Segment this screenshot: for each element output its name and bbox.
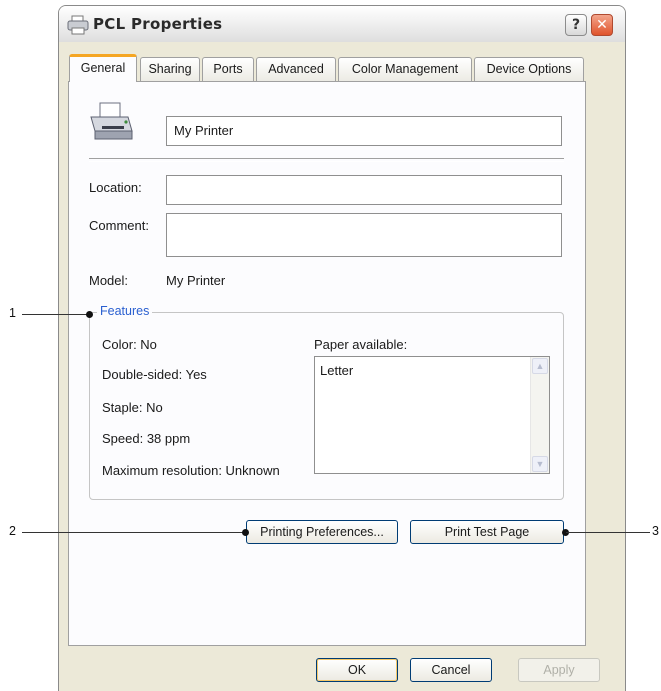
cancel-button[interactable]: Cancel [410,658,492,682]
tab-color-management[interactable]: Color Management [338,57,472,81]
callout-2-label: 2 [9,524,16,538]
features-title: Features [97,304,153,318]
divider [89,158,564,162]
feature-color: Color: No [102,337,157,352]
apply-button[interactable]: Apply [518,658,600,682]
help-button[interactable]: ? [565,14,587,36]
tab-general[interactable]: General [69,54,137,82]
printer-name-field[interactable]: My Printer [166,116,562,146]
callout-1-label: 1 [9,306,16,320]
print-test-page-button[interactable]: Print Test Page [410,520,564,544]
tab-ports[interactable]: Ports [202,57,254,81]
scroll-down-icon[interactable]: ▼ [532,456,548,472]
tab-advanced[interactable]: Advanced [256,57,336,81]
feature-staple: Staple: No [102,400,163,415]
tab-sharing[interactable]: Sharing [140,57,200,81]
window-title: PCL Properties [93,15,223,33]
paper-list-scrollbar[interactable]: ▲ ▼ [530,357,549,473]
callout-2-dot [242,529,249,536]
printing-preferences-button[interactable]: Printing Preferences... [246,520,398,544]
location-label: Location: [89,180,142,195]
printer-large-icon [88,101,134,145]
model-label: Model: [89,273,129,288]
close-button[interactable]: ✕ [591,14,613,36]
comment-field[interactable] [166,213,562,257]
comment-label: Comment: [89,218,149,233]
tab-device-options[interactable]: Device Options [474,57,584,81]
model-value: My Printer [166,273,226,288]
feature-speed: Speed: 38 ppm [102,431,191,446]
scroll-up-icon[interactable]: ▲ [532,358,548,374]
location-field[interactable] [166,175,562,205]
feature-max-resolution: Maximum resolution: Unknown [102,463,280,478]
paper-available-label: Paper available: [314,337,408,352]
ok-button[interactable]: OK [316,658,398,682]
callout-2-line [22,532,246,533]
printer-icon [67,15,89,35]
callout-1-dot [86,311,93,318]
list-item[interactable]: Letter [320,363,353,378]
callout-3-line [566,532,650,533]
callout-3-label: 3 [652,524,659,538]
paper-list[interactable]: Letter ▲ ▼ [314,356,550,474]
feature-double-sided: Double-sided: Yes [102,367,207,382]
title-bar[interactable]: PCL Properties ? ✕ [59,6,625,42]
callout-1-line [22,314,90,315]
